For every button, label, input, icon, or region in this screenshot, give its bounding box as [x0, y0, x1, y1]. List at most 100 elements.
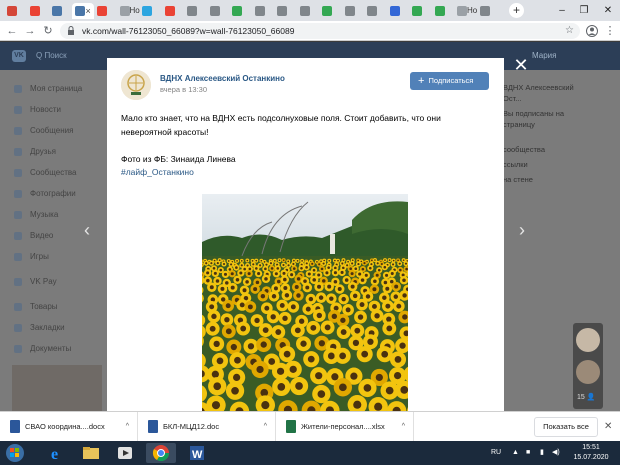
browser-tab[interactable]	[162, 3, 185, 19]
back-icon[interactable]: ←	[4, 23, 20, 39]
browser-tab[interactable]	[207, 3, 230, 19]
media-player-icon[interactable]	[110, 443, 140, 463]
word-icon[interactable]: W	[182, 443, 212, 463]
vk-user-name[interactable]: Мария	[532, 49, 556, 63]
browser-tab[interactable]	[139, 3, 162, 19]
menu-item-icon	[14, 324, 22, 332]
close-download-bar-icon[interactable]: ✕	[604, 412, 612, 442]
forward-icon[interactable]: →	[22, 23, 38, 39]
bookmark-star-icon[interactable]: ☆	[565, 23, 574, 39]
right-panel-item[interactable]: Вы подписаны на страницу	[503, 108, 593, 130]
maximize-icon[interactable]: ❐	[574, 0, 594, 21]
word-file-icon	[148, 420, 158, 433]
right-panel-item[interactable]: ссылки	[503, 159, 593, 170]
browser-tab[interactable]	[274, 3, 297, 19]
download-item[interactable]: СВАО координа....docx ^	[0, 412, 138, 442]
vk-menu-item[interactable]: Сообщества	[12, 162, 102, 183]
doc-icon	[232, 6, 242, 16]
browser-tab[interactable]	[49, 3, 72, 19]
vk-search-input[interactable]: Q Поиск	[36, 49, 67, 63]
vk-menu-item[interactable]: Товары	[12, 296, 102, 317]
menu-item-label: Документы	[30, 344, 72, 353]
vk-logo-icon[interactable]: VK	[12, 50, 26, 62]
system-clock[interactable]: 15:51 15.07.2020	[566, 443, 616, 463]
gov-icon	[389, 6, 400, 16]
browser-tab[interactable]	[477, 3, 500, 19]
right-panel-item[interactable]: ВДНХ Алексеевский Ост...	[503, 82, 593, 104]
minimize-icon[interactable]: –	[552, 0, 572, 21]
vk-menu-item[interactable]: Закладки	[12, 317, 102, 338]
ie-icon[interactable]: e	[42, 443, 72, 463]
gmail-icon	[97, 6, 107, 16]
show-all-downloads-button[interactable]: Показать все	[534, 417, 598, 437]
browser-tab[interactable]	[297, 3, 320, 19]
volume-icon[interactable]: ◀)	[552, 441, 560, 465]
tab-close-icon[interactable]: ×	[86, 3, 91, 19]
likers-panel[interactable]: 15 👤	[573, 323, 603, 409]
browser-tab[interactable]	[387, 3, 410, 19]
menu-item-icon	[14, 148, 22, 156]
browser-tab[interactable]: ×	[71, 3, 94, 19]
browser-tab[interactable]	[409, 3, 432, 19]
prev-post-arrow-icon[interactable]: ‹	[80, 218, 94, 242]
subscribe-label: Подписаться	[428, 76, 474, 85]
browser-tab[interactable]	[94, 3, 117, 19]
new-tab-button[interactable]: +	[509, 3, 524, 18]
excel-file-icon	[286, 420, 296, 433]
tray-arrow-icon[interactable]: ▲	[512, 441, 519, 465]
post-time[interactable]: вчера в 13:30	[160, 85, 207, 94]
menu-item-label: Закладки	[30, 323, 65, 332]
chevron-up-icon[interactable]: ^	[264, 412, 267, 442]
download-item[interactable]: Жители-персонал....xlsx ^	[276, 412, 414, 442]
vk-icon	[74, 6, 85, 16]
explorer-folder-icon[interactable]	[76, 443, 106, 463]
browser-tab[interactable]: Нo	[117, 3, 140, 19]
chevron-up-icon[interactable]: ^	[402, 412, 405, 442]
windows-start-icon[interactable]	[2, 442, 28, 464]
liker-avatar[interactable]	[576, 360, 600, 384]
sunflower-photo[interactable]	[202, 194, 408, 411]
right-panel-item[interactable]: на стене	[503, 174, 593, 185]
profile-icon[interactable]	[584, 23, 600, 39]
menu-icon[interactable]: ⋮	[602, 23, 618, 39]
vk-menu-item[interactable]: Сообщения	[12, 120, 102, 141]
left-thumbnail	[12, 365, 102, 411]
browser-tab[interactable]	[229, 3, 252, 19]
group-name-link[interactable]: ВДНХ Алексеевский Останкино	[160, 74, 285, 83]
vk-menu-item[interactable]: Фотографии	[12, 183, 102, 204]
tray-app-icon[interactable]: ■	[526, 441, 530, 465]
vk-menu-item[interactable]: Новости	[12, 99, 102, 120]
vk-menu-item[interactable]: Моя страница	[12, 78, 102, 99]
right-panel-item[interactable]: сообщества	[503, 144, 593, 155]
download-item[interactable]: БКЛ-МЦД12.doc ^	[138, 412, 276, 442]
vk-menu-item[interactable]: VK Pay	[12, 271, 102, 292]
vk-menu-item[interactable]: Друзья	[12, 141, 102, 162]
window-close-icon[interactable]: ✕	[598, 0, 618, 21]
browser-tab[interactable]	[319, 3, 342, 19]
group-avatar[interactable]	[121, 70, 151, 100]
download-file-name: БКЛ-МЦД12.doc	[163, 422, 220, 431]
vk-menu-item[interactable]: Документы	[12, 338, 102, 359]
browser-tab[interactable]	[342, 3, 365, 19]
chrome-icon[interactable]	[146, 443, 176, 463]
browser-tab[interactable]	[252, 3, 275, 19]
liker-avatar[interactable]	[576, 328, 600, 352]
vk-menu-item[interactable]: Игры	[12, 246, 102, 267]
address-bar[interactable]: vk.com/wall-76123050_66089?w=wall-761230…	[60, 23, 580, 39]
browser-tab[interactable]	[27, 3, 50, 19]
browser-tab[interactable]	[432, 3, 455, 19]
browser-tab[interactable]	[364, 3, 387, 19]
network-icon[interactable]: ▮	[540, 441, 544, 465]
browser-tab[interactable]	[4, 3, 27, 19]
language-indicator[interactable]: RU	[491, 441, 501, 465]
next-post-arrow-icon[interactable]: ›	[515, 218, 529, 242]
reload-icon[interactable]: ↻	[40, 23, 56, 39]
hashtag-link[interactable]: #лайф_Останкино	[121, 165, 194, 179]
vk-icon	[52, 6, 62, 16]
browser-tab[interactable]	[184, 3, 207, 19]
browser-tab[interactable]: Нo	[454, 3, 477, 19]
globe-icon	[344, 6, 355, 16]
close-modal-icon[interactable]: ✕	[512, 56, 530, 74]
chevron-up-icon[interactable]: ^	[126, 412, 129, 442]
subscribe-button[interactable]: + Подписаться	[410, 72, 489, 90]
